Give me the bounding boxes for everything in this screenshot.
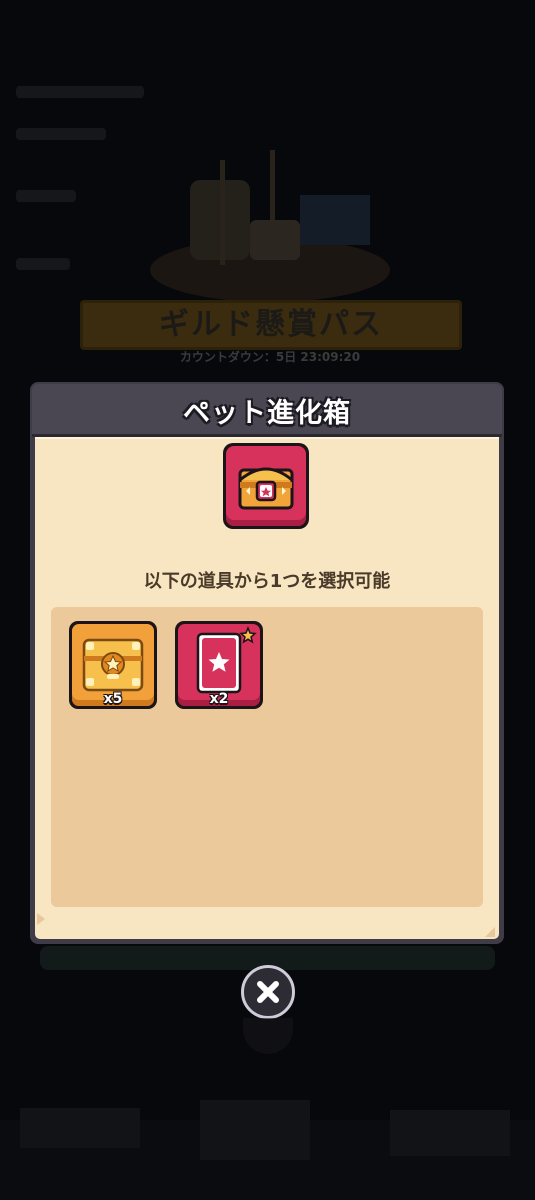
dialog-header: ペット進化箱 (32, 384, 502, 437)
chest-icon (238, 467, 294, 510)
dialog-body: 以下の道具から1つを選択可能 x5 x2 (35, 437, 499, 939)
bg-countdown: カウントダウン：5日 23:09:20 (179, 350, 361, 364)
bg-text-line (16, 86, 144, 98)
pet-evolution-chest-icon (223, 443, 309, 529)
corner-decor (37, 913, 45, 925)
bg-banner-title: ギルド懸賞パス (80, 300, 462, 350)
reward-option-golden-chest[interactable]: x5 (69, 621, 159, 711)
bg-text-line (16, 190, 76, 202)
reward-options-panel: x5 x2 (51, 607, 483, 907)
close-button[interactable] (241, 965, 295, 1019)
item-quantity: x5 (103, 691, 123, 707)
bg-text-line (16, 258, 70, 270)
item-quantity: x2 (209, 691, 229, 707)
close-icon (257, 981, 279, 1003)
corner-decor (485, 927, 495, 937)
reward-option-star-card[interactable]: x2 (175, 621, 265, 711)
pet-evolution-box-dialog: ペット進化箱 以下の道具から1つを選択可能 x5 x2 (30, 382, 504, 944)
selection-description: 以下の道具から1つを選択可能 (143, 571, 391, 592)
ship-illustration (150, 150, 390, 300)
dialog-title: ペット進化箱 (183, 398, 351, 429)
bg-text-line (16, 128, 106, 140)
bg-bottom-decor (0, 1100, 535, 1200)
